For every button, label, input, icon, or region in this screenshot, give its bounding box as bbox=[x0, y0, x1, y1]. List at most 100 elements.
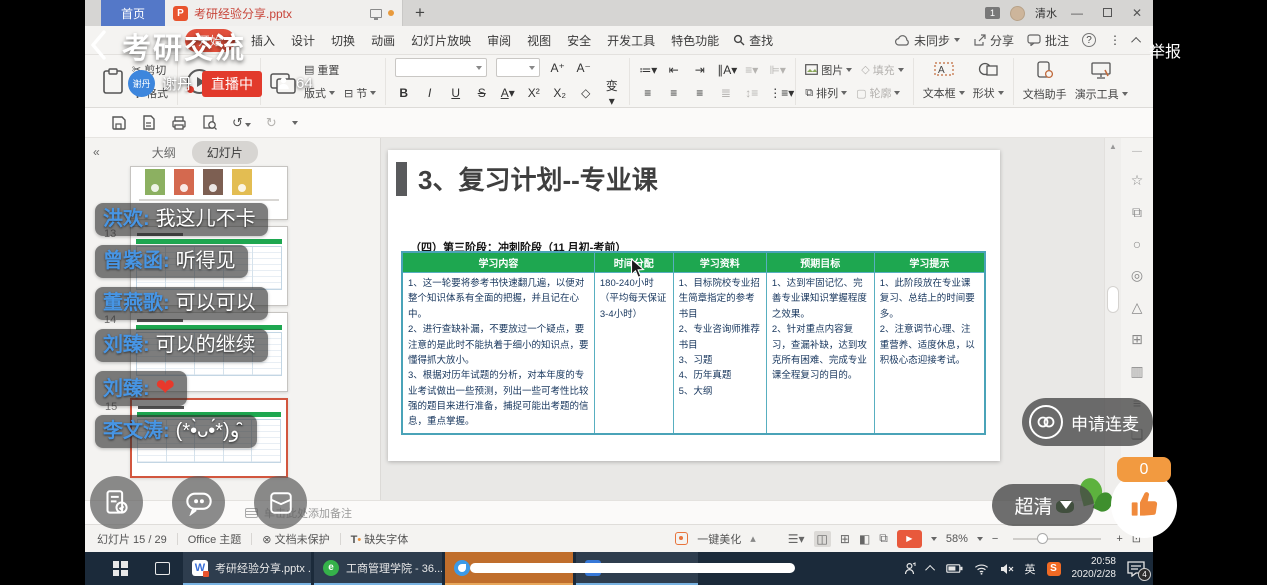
fill-button[interactable]: ◇ 填充 bbox=[861, 62, 903, 78]
tab-document[interactable]: P 考研经验分享.pptx bbox=[165, 0, 403, 26]
notes-view-toggle[interactable]: ☰▾ bbox=[788, 532, 805, 546]
doc-assistant-button[interactable]: 文档助手 bbox=[1023, 86, 1067, 102]
beautify-button[interactable]: 一键美化 bbox=[697, 531, 741, 547]
share-button[interactable]: 分享 bbox=[973, 32, 1014, 49]
align-center-button[interactable]: ≡ bbox=[665, 86, 682, 100]
zoom-in-button[interactable]: + bbox=[1116, 533, 1122, 545]
shapes-button[interactable]: 形状 bbox=[973, 85, 1004, 101]
account-name[interactable]: 清水 bbox=[1035, 5, 1057, 21]
report-button[interactable]: 举报 bbox=[1149, 38, 1181, 62]
tab-home[interactable]: 首页 bbox=[101, 0, 165, 26]
align-text-button[interactable]: ⊫▾ bbox=[769, 63, 786, 77]
ribbon-tab-insert[interactable]: 插入 bbox=[251, 32, 275, 49]
normal-view-button[interactable]: ◫ bbox=[814, 531, 831, 547]
pyramid-icon[interactable]: △ bbox=[1132, 299, 1143, 316]
action-center-button[interactable]: 4 bbox=[1127, 561, 1145, 577]
numbering-button[interactable]: ⋮≡▾ bbox=[769, 86, 786, 100]
reset-button[interactable]: ▤ 重置 bbox=[304, 62, 376, 78]
task-view-button[interactable] bbox=[141, 552, 183, 585]
presentation-tools-button[interactable]: 演示工具 bbox=[1075, 86, 1128, 102]
ribbon-tab-view[interactable]: 视图 bbox=[527, 32, 551, 49]
italic-button[interactable]: I bbox=[421, 86, 438, 100]
find-button[interactable]: 查找 bbox=[733, 32, 773, 49]
export-icon[interactable] bbox=[141, 115, 156, 130]
ribbon-tab-animation[interactable]: 动画 bbox=[371, 32, 395, 49]
clear-format-button[interactable]: ◇ bbox=[577, 86, 594, 100]
strikethrough-button[interactable]: S bbox=[473, 86, 490, 100]
redo-button[interactable]: ↻ bbox=[266, 115, 277, 131]
more-menu-icon[interactable]: ⋮ bbox=[1109, 33, 1121, 47]
speaker-muted-icon[interactable] bbox=[1000, 563, 1014, 575]
outline-button[interactable]: ▢ 轮廓 bbox=[856, 85, 900, 101]
ribbon-tab-features[interactable]: 特色功能 bbox=[671, 32, 719, 49]
bold-button[interactable]: B bbox=[395, 86, 412, 100]
close-button[interactable]: ✕ bbox=[1127, 6, 1147, 20]
decrease-font-button[interactable]: A⁻ bbox=[575, 61, 592, 75]
zoom-out-button[interactable]: − bbox=[992, 533, 998, 545]
ribbon-tab-review[interactable]: 审阅 bbox=[487, 32, 511, 49]
save-icon[interactable] bbox=[111, 115, 126, 130]
streamer-avatar[interactable]: 谢丹 bbox=[128, 70, 155, 97]
account-avatar[interactable] bbox=[1010, 6, 1025, 21]
reading-view-button[interactable]: ◧ bbox=[859, 532, 870, 546]
medal-icon[interactable]: ◎ bbox=[1131, 267, 1143, 284]
print-preview-icon[interactable] bbox=[202, 115, 217, 130]
comment-button[interactable]: 批注 bbox=[1027, 32, 1069, 49]
play-from-current-button[interactable]: ▶ bbox=[897, 530, 922, 548]
increase-font-button[interactable]: A⁺ bbox=[549, 61, 566, 75]
font-size-select[interactable] bbox=[496, 58, 540, 77]
align-left-button[interactable]: ≡ bbox=[639, 86, 656, 100]
superscript-button[interactable]: X² bbox=[525, 86, 542, 100]
slide-sorter-view-button[interactable]: ⊞ bbox=[840, 532, 850, 546]
textbox-button[interactable]: 文本框 bbox=[923, 85, 965, 101]
table-tool-icon[interactable]: ⊞ bbox=[1131, 331, 1143, 348]
people-icon[interactable] bbox=[904, 562, 917, 575]
maximize-button[interactable] bbox=[1097, 6, 1117, 20]
undo-button[interactable]: ↺ bbox=[232, 115, 251, 131]
ribbon-tab-security[interactable]: 安全 bbox=[567, 32, 591, 49]
help-icon[interactable]: ? bbox=[1082, 33, 1096, 47]
mic-request-button[interactable]: 申请连麦 bbox=[1022, 398, 1153, 446]
taskbar-clock[interactable]: 20:58 2020/2/28 bbox=[1072, 556, 1117, 581]
sync-status-button[interactable]: 未同步 bbox=[895, 32, 960, 49]
subscript-button[interactable]: X₂ bbox=[551, 86, 568, 100]
arrange-button[interactable]: ⧉ 排列 bbox=[805, 85, 847, 101]
outdent-button[interactable]: ⇤ bbox=[665, 63, 682, 77]
justify-button[interactable]: ≣ bbox=[717, 86, 734, 100]
current-slide[interactable]: 3、复习计划--专业课 （四）第三阶段：冲刺阶段（11 月初-考前） 学习内容 … bbox=[388, 150, 1000, 461]
print-icon[interactable] bbox=[171, 116, 187, 130]
bullet-list-button[interactable]: ≔▾ bbox=[639, 63, 656, 77]
missing-fonts-status[interactable]: T• 缺失字体 bbox=[351, 531, 409, 547]
taskbar-item-browser[interactable]: e 工商管理学院 - 36... bbox=[314, 552, 442, 585]
scroll-up-icon[interactable]: ▲ bbox=[1109, 142, 1117, 151]
section-button[interactable]: ⊟ 节 bbox=[344, 85, 376, 101]
chat-button[interactable] bbox=[172, 476, 225, 529]
checkin-button[interactable] bbox=[90, 476, 143, 529]
protection-status[interactable]: ⊗ 文档未保护 bbox=[262, 531, 329, 547]
scrollbar-thumb[interactable] bbox=[1107, 286, 1119, 313]
taskbar-item-wps[interactable]: W 考研经验分享.pptx ... bbox=[183, 552, 311, 585]
picture-button[interactable]: 图片 bbox=[805, 62, 852, 78]
collapse-panel-icon[interactable]: « bbox=[93, 145, 100, 159]
text-direction-button[interactable]: ∥A▾ bbox=[717, 63, 734, 77]
chart-tool-icon[interactable]: ▥ bbox=[1130, 363, 1143, 380]
smart-design-icon[interactable]: ☆ bbox=[1131, 172, 1144, 189]
gift-box-button[interactable] bbox=[254, 476, 307, 529]
align-right-button[interactable]: ≡ bbox=[691, 86, 708, 100]
side-collapse-icon[interactable]: — bbox=[1132, 146, 1142, 157]
shapes-tool-icon[interactable]: ○ bbox=[1133, 236, 1141, 252]
start-button[interactable] bbox=[99, 552, 141, 585]
hidden-icons-chevron[interactable] bbox=[925, 565, 935, 575]
ribbon-tab-slideshow[interactable]: 幻灯片放映 bbox=[411, 32, 471, 49]
back-button[interactable] bbox=[90, 30, 107, 65]
customize-toolbar-icon[interactable] bbox=[292, 121, 298, 125]
font-name-select[interactable] bbox=[395, 58, 487, 77]
presenter-view-button[interactable]: ⧉ bbox=[879, 531, 888, 546]
slides-tab[interactable]: 幻灯片 bbox=[192, 141, 258, 164]
zoom-slider[interactable] bbox=[1013, 538, 1101, 540]
outline-tab[interactable]: 大纲 bbox=[152, 144, 176, 161]
collapse-ribbon-icon[interactable] bbox=[1131, 36, 1141, 46]
zoom-level[interactable]: 58% bbox=[946, 533, 968, 545]
minimize-button[interactable]: — bbox=[1067, 6, 1087, 20]
wifi-icon[interactable] bbox=[974, 563, 989, 575]
